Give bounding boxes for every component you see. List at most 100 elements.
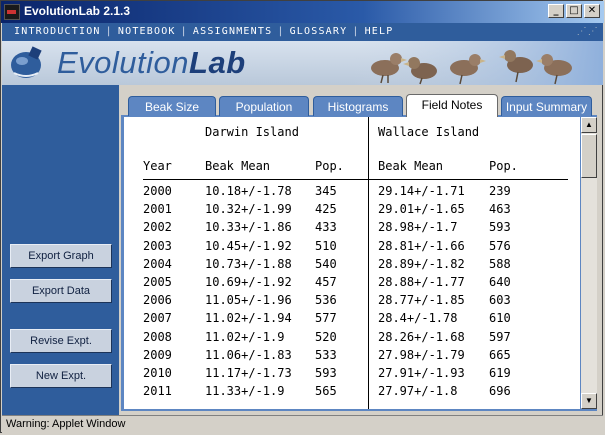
maximize-button[interactable]: □	[566, 4, 582, 18]
menu-item-notebook[interactable]: NOTEBOOK	[118, 26, 176, 37]
java-app-icon[interactable]	[4, 4, 20, 20]
cell-darwin-pop: 536	[315, 293, 337, 308]
menu-separator: |	[352, 26, 360, 37]
menu-item-introduction[interactable]: INTRODUCTION	[14, 26, 101, 37]
cell-year: 2003	[143, 238, 172, 253]
menu-item-help[interactable]: HELP	[365, 26, 394, 37]
cell-wallace-pop: 239	[489, 184, 511, 198]
cell-darwin-pop: 533	[315, 347, 337, 362]
cell-wallace-beak-mean: 28.77+/-1.85	[378, 293, 465, 308]
tab-input-summary[interactable]: Input Summary	[501, 96, 592, 116]
tab-histograms[interactable]: Histograms	[313, 96, 403, 116]
cell-wallace-beak-mean: 27.91+/-1.93	[378, 366, 465, 380]
cell-darwin-pop: 565	[315, 384, 337, 399]
cell-wallace-beak-mean: 28.88+/-1.77	[378, 275, 465, 289]
cell-darwin-beak-mean: 11.02+/-1.94	[205, 311, 292, 326]
cell-year: 2005	[143, 275, 172, 289]
cell-darwin-pop: 425	[315, 202, 337, 217]
table-row: 2004 10.73+/-1.88 540 28.89+/-1.82 588	[124, 257, 580, 275]
cell-wallace-beak-mean: 28.81+/-1.66	[378, 238, 465, 253]
cell-wallace-pop: 665	[489, 347, 511, 362]
cell-darwin-pop: 520	[315, 329, 337, 344]
minimize-button[interactable]: _	[548, 4, 564, 18]
cell-year: 2011	[143, 384, 172, 399]
close-button[interactable]: ✕	[584, 4, 600, 18]
title-bar[interactable]: EvolutionLab 2.1.3 _ □ ✕	[1, 1, 604, 23]
menu-item-glossary[interactable]: GLOSSARY	[290, 26, 348, 37]
tab-population[interactable]: Population	[219, 96, 309, 116]
menu-item-assignments[interactable]: ASSIGNMENTS	[193, 26, 272, 37]
cell-wallace-beak-mean: 27.98+/-1.79	[378, 347, 465, 362]
menu-separator: |	[105, 26, 113, 37]
cell-darwin-pop: 457	[315, 275, 337, 289]
menu-bar: INTRODUCTION | NOTEBOOK | ASSIGNMENTS | GLOSSA…	[2, 23, 603, 41]
table-row: 2008 11.02+/-1.9 520 28.26+/-1.68 597	[124, 330, 580, 348]
tab-beak-size[interactable]: Beak Size	[128, 96, 216, 116]
sidebar: Export Graph Export Data Revise Expt. Ne…	[2, 85, 119, 415]
cell-wallace-beak-mean: 29.14+/-1.71	[378, 184, 465, 198]
revise-expt-button[interactable]: Revise Expt.	[10, 329, 112, 353]
logo-text-bold: Lab	[189, 45, 246, 80]
finch-birds-illustration	[352, 41, 603, 85]
cell-darwin-beak-mean: 10.32+/-1.99	[205, 202, 292, 217]
cell-darwin-beak-mean: 11.05+/-1.96	[205, 293, 292, 308]
column-header-wallace-pop: Pop.	[489, 159, 518, 173]
arrow-up-icon[interactable]: ▲	[581, 117, 597, 133]
cell-wallace-pop: 640	[489, 275, 511, 289]
cell-year: 2008	[143, 329, 172, 344]
cell-wallace-pop: 603	[489, 293, 511, 308]
grip-icon: ⋰⋰	[576, 26, 599, 37]
cell-wallace-beak-mean: 29.01+/-1.65	[378, 202, 465, 217]
cell-wallace-beak-mean: 28.26+/-1.68	[378, 329, 465, 344]
table-row: 2002 10.33+/-1.86 433 28.98+/-1.7 593	[124, 220, 580, 238]
cell-year: 2002	[143, 220, 172, 235]
table-row: 2007 11.02+/-1.94 577 28.4+/-1.78 610	[124, 311, 580, 329]
vertical-scrollbar[interactable]: ▲ ▼	[581, 117, 597, 409]
cell-darwin-pop: 345	[315, 184, 337, 198]
cell-wallace-pop: 593	[489, 220, 511, 235]
status-bar: Warning: Applet Window	[2, 415, 603, 433]
table-row: 2005 10.69+/-1.92 457 28.88+/-1.77 640	[124, 275, 580, 293]
new-expt-button[interactable]: New Expt.	[10, 364, 112, 388]
cell-darwin-beak-mean: 10.69+/-1.92	[205, 275, 292, 289]
cell-darwin-beak-mean: 10.45+/-1.92	[205, 238, 292, 253]
field-notes-table: Darwin Island Wallace Island Year Beak M…	[124, 117, 580, 409]
cell-year: 2009	[143, 347, 172, 362]
header-divider	[143, 179, 568, 180]
scrollbar-thumb[interactable]	[581, 134, 597, 178]
tab-field-notes[interactable]: Field Notes	[406, 94, 498, 117]
cell-wallace-pop: 696	[489, 384, 511, 399]
logo-text-regular: Evolution	[57, 45, 190, 80]
arrow-down-icon[interactable]: ▼	[581, 393, 597, 409]
cell-darwin-pop: 577	[315, 311, 337, 326]
cell-wallace-beak-mean: 27.97+/-1.8	[378, 384, 458, 399]
menu-separator: |	[277, 26, 285, 37]
header-banner: EvolutionLab	[2, 41, 603, 85]
cell-darwin-pop: 593	[315, 366, 337, 380]
column-header-darwin-beak: Beak Mean	[205, 159, 271, 173]
export-data-button[interactable]: Export Data	[10, 279, 112, 303]
column-header-darwin-pop: Pop.	[315, 159, 344, 173]
flask-globe-icon	[11, 46, 42, 78]
cell-wallace-pop: 597	[489, 329, 511, 344]
cell-darwin-beak-mean: 11.02+/-1.9	[205, 329, 285, 344]
cell-wallace-beak-mean: 28.4+/-1.78	[378, 311, 458, 326]
cell-year: 2000	[143, 184, 172, 198]
cell-wallace-pop: 610	[489, 311, 511, 326]
cell-year: 2006	[143, 293, 172, 308]
column-header-year: Year	[143, 159, 172, 173]
table-row: 2003 10.45+/-1.92 510 28.81+/-1.66 576	[124, 239, 580, 257]
menu-separator: |	[180, 26, 188, 37]
app-logo: EvolutionLab	[57, 45, 246, 81]
cell-darwin-pop: 540	[315, 256, 337, 271]
cell-year: 2004	[143, 256, 172, 271]
cell-darwin-pop: 510	[315, 238, 337, 253]
cell-wallace-pop: 588	[489, 256, 511, 271]
cell-wallace-pop: 619	[489, 366, 511, 380]
table-row: 2010 11.17+/-1.73 593 27.91+/-1.93 619	[124, 366, 580, 384]
export-graph-button[interactable]: Export Graph	[10, 244, 112, 268]
cell-wallace-beak-mean: 28.98+/-1.7	[378, 220, 458, 235]
cell-year: 2010	[143, 366, 172, 380]
table-row: 2011 11.33+/-1.9 565 27.97+/-1.8 696	[124, 384, 580, 402]
app-window: EvolutionLab 2.1.3 _ □ ✕ INTRODUCTION | NO…	[0, 0, 604, 433]
